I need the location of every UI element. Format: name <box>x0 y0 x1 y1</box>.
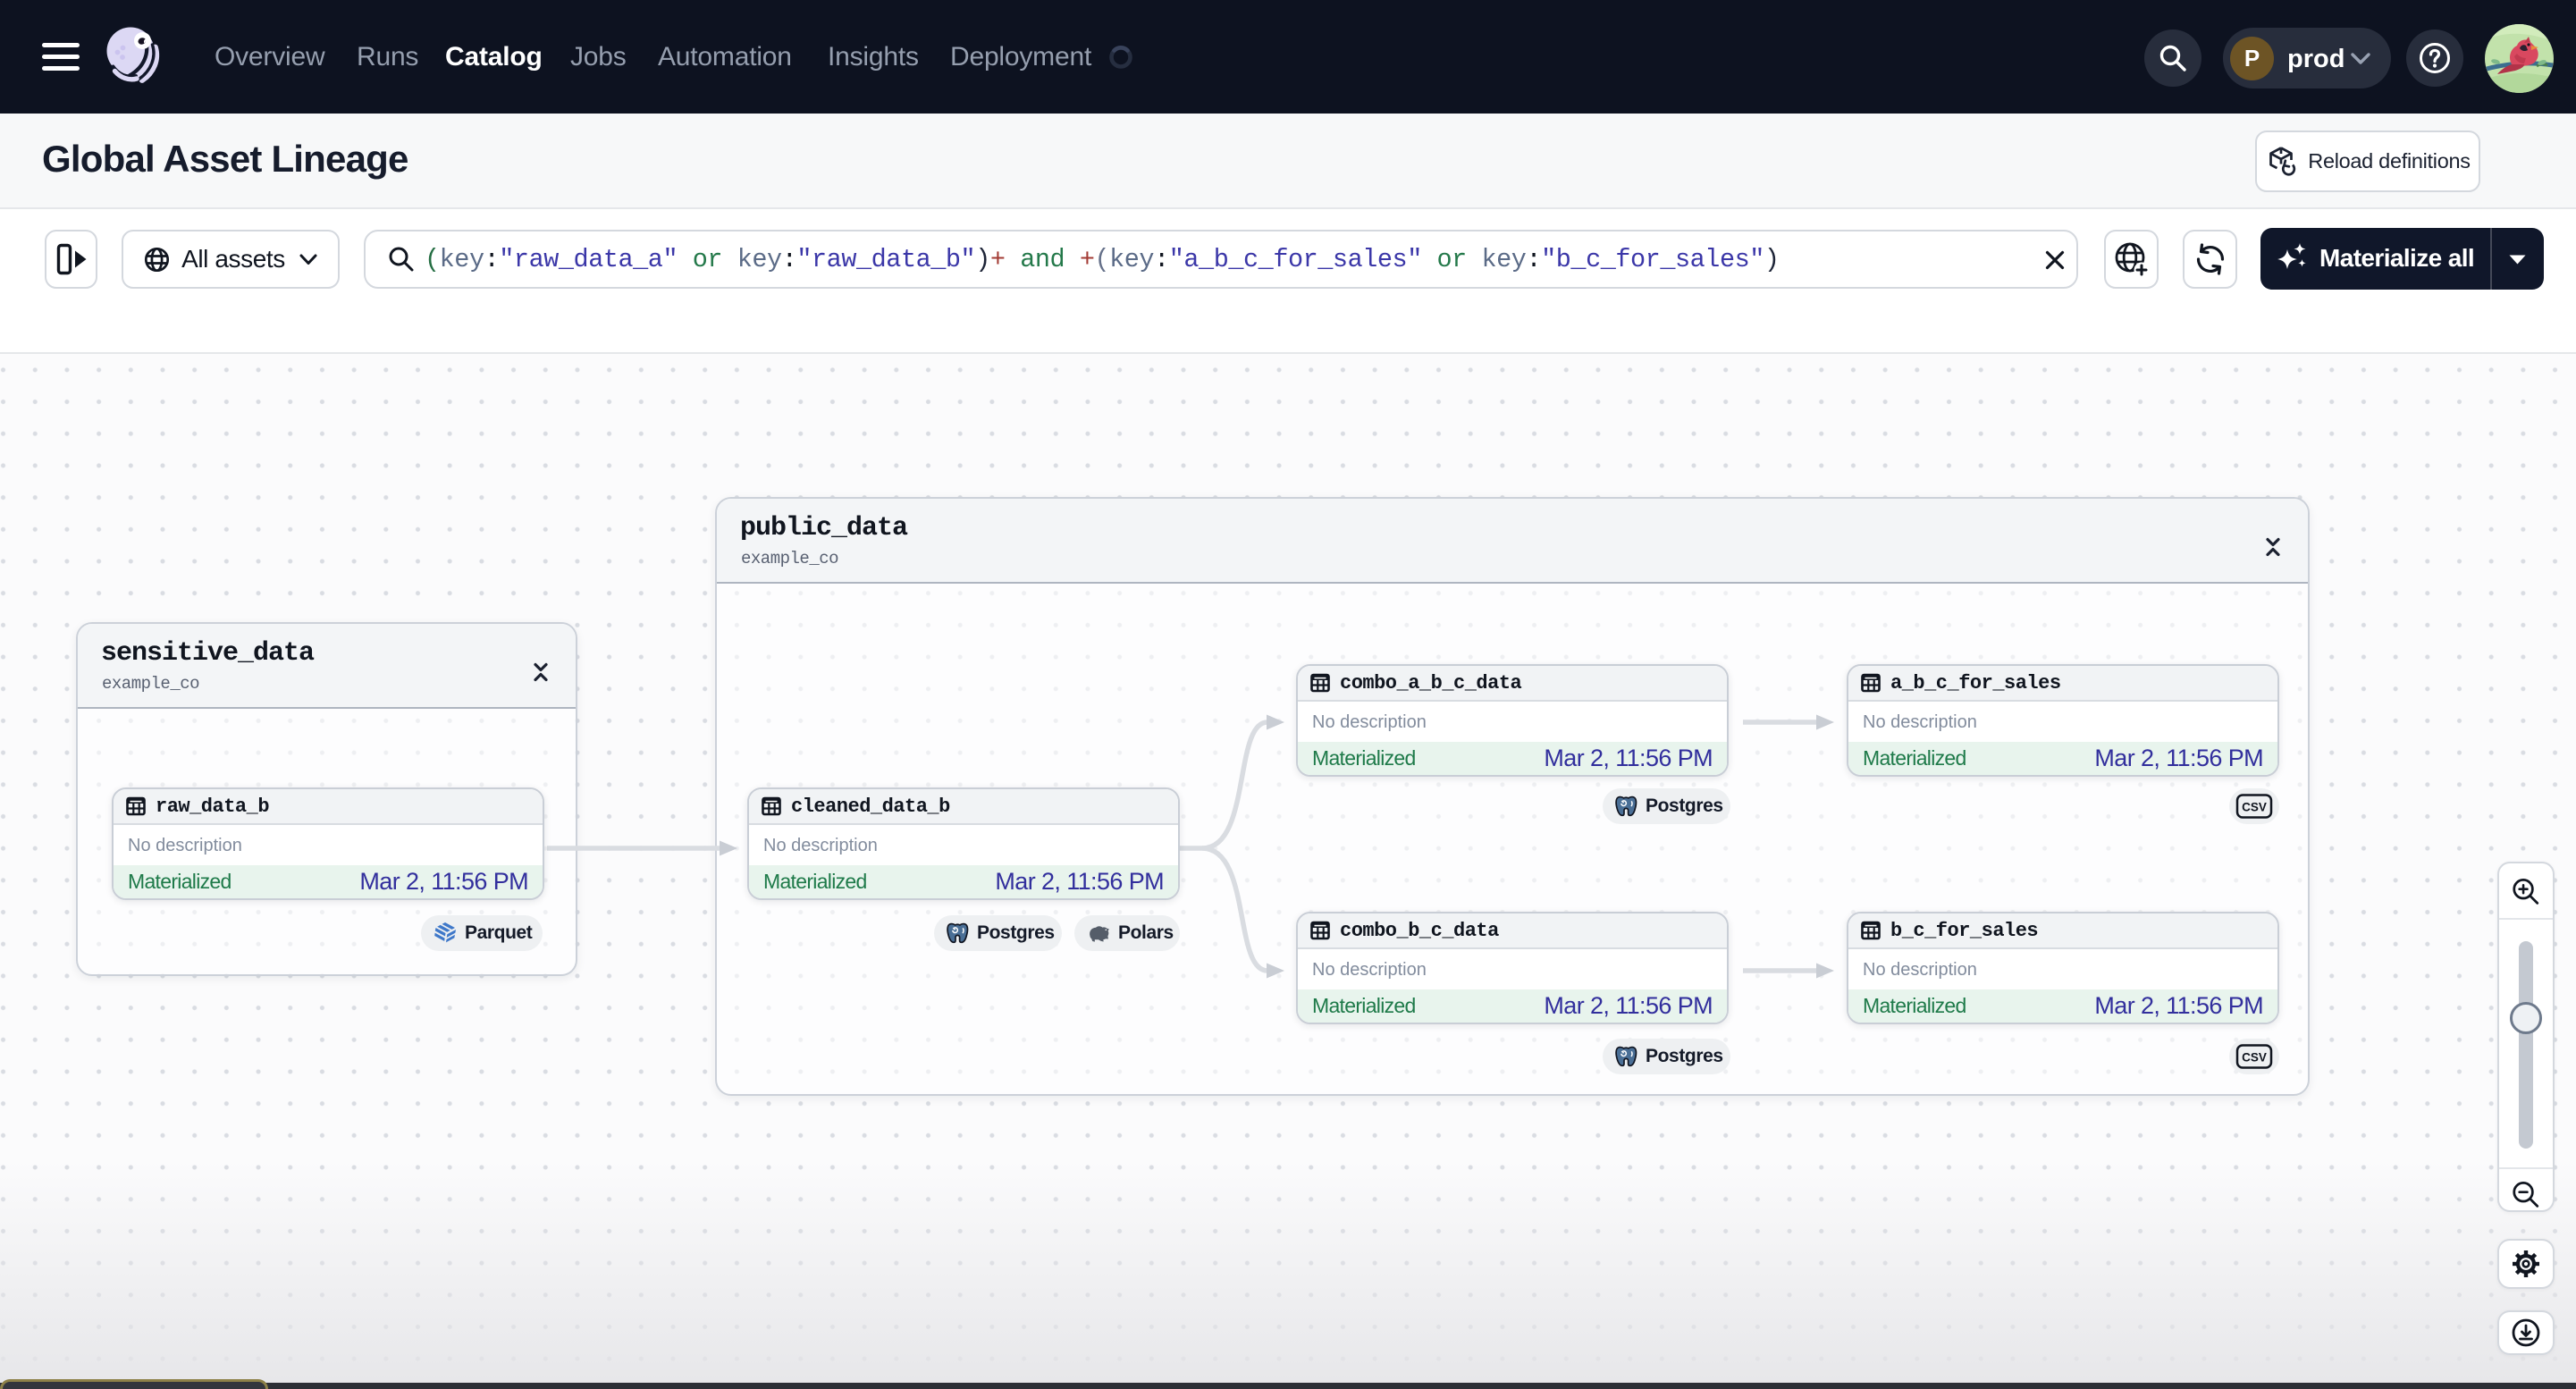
svg-text:CSV: CSV <box>2242 801 2267 814</box>
svg-text:CSV: CSV <box>2242 1051 2267 1065</box>
